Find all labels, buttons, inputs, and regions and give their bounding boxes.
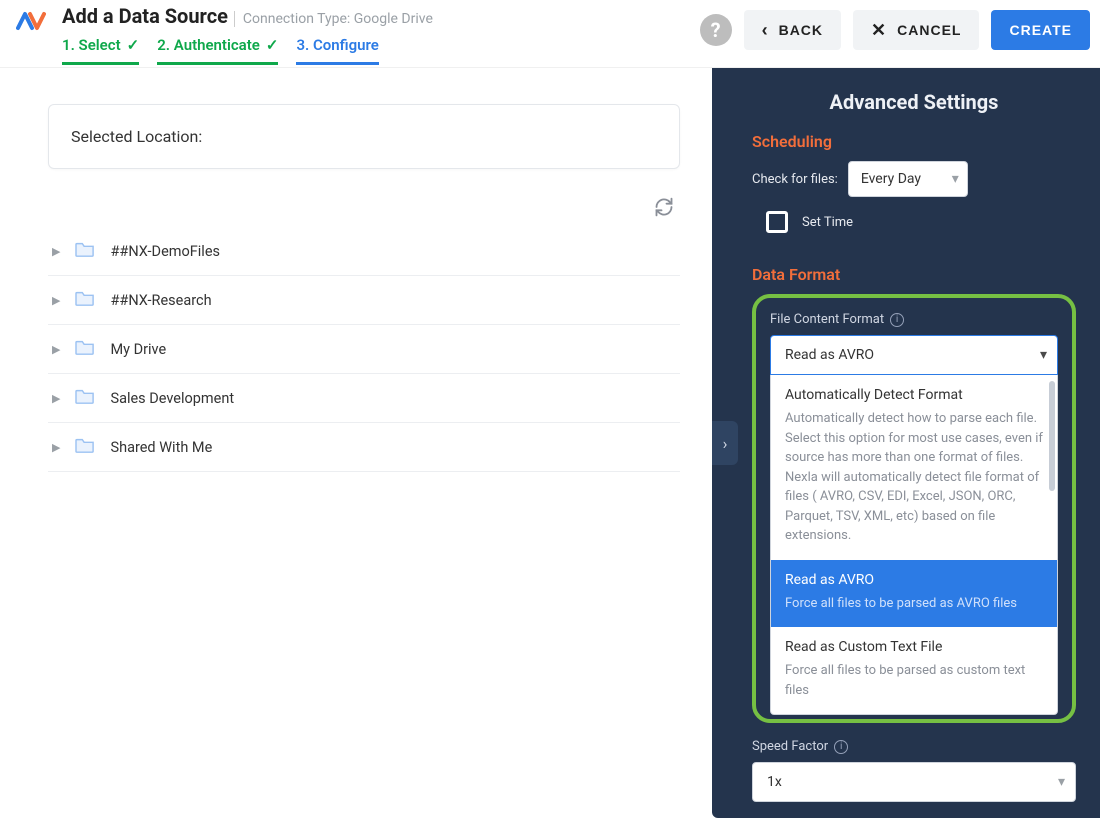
folder-name: My Drive: [110, 341, 166, 358]
button-label: CREATE: [1009, 22, 1072, 38]
option-desc: Force all files to be parsed as AVRO fil…: [785, 594, 1043, 614]
folder-row[interactable]: ▶ Sales Development: [48, 374, 680, 423]
check-files-label: Check for files:: [752, 172, 838, 187]
step-label: 3. Configure: [296, 36, 378, 54]
wizard-steps: 1. Select ✓ 2. Authenticate ✓ 3. Configu…: [62, 32, 690, 65]
step-configure[interactable]: 3. Configure: [296, 32, 378, 65]
connection-type: Connection Type: Google Drive: [234, 11, 433, 27]
highlight-box: File Content Format i Read as AVRO ▾ Aut…: [752, 294, 1076, 723]
set-time-checkbox[interactable]: [766, 211, 788, 233]
expand-icon[interactable]: ▶: [52, 294, 60, 307]
scrollbar[interactable]: [1049, 381, 1055, 491]
file-content-format-dropdown: Automatically Detect Format Automaticall…: [770, 375, 1058, 715]
data-format-section-label: Data Format: [752, 265, 1076, 284]
folder-name: ##NX-DemoFiles: [110, 243, 220, 260]
main-panel: Selected Location: ▶ ##NX-DemoFiles: [0, 68, 712, 818]
format-option-auto[interactable]: Automatically Detect Format Automaticall…: [771, 375, 1057, 560]
info-icon[interactable]: i: [834, 740, 848, 754]
folder-name: Shared With Me: [110, 439, 212, 456]
step-label: 1. Select: [62, 36, 121, 54]
file-content-format-label: File Content Format: [770, 312, 884, 327]
cancel-button[interactable]: ✕ CANCEL: [853, 10, 979, 50]
folder-icon: [74, 338, 96, 360]
check-files-select[interactable]: Every Day ▾: [848, 161, 968, 197]
folder-name: ##NX-Research: [110, 292, 211, 309]
selected-location-card: Selected Location:: [48, 104, 680, 169]
step-label: 2. Authenticate: [157, 36, 260, 54]
page-title: Add a Data Source: [62, 4, 228, 28]
speed-factor-label: Speed Factor: [752, 739, 828, 754]
format-option-edi[interactable]: Read as EDI: [771, 714, 1057, 715]
select-value: Read as AVRO: [785, 347, 874, 363]
step-select[interactable]: 1. Select ✓: [62, 32, 139, 65]
close-icon: ✕: [871, 20, 887, 41]
selected-location-label: Selected Location:: [71, 127, 202, 146]
check-icon: ✓: [266, 36, 279, 54]
chevron-down-icon: ▾: [952, 171, 959, 187]
folder-icon: [74, 387, 96, 409]
folder-list: ▶ ##NX-DemoFiles ▶ ##NX-Research ▶ My Dr…: [48, 197, 680, 472]
expand-icon[interactable]: ▶: [52, 441, 60, 454]
folder-name: Sales Development: [110, 390, 234, 407]
step-authenticate[interactable]: 2. Authenticate ✓: [157, 32, 278, 65]
folder-icon: [74, 436, 96, 458]
chevron-left-icon: ‹: [762, 20, 769, 41]
top-bar: Add a Data Source Connection Type: Googl…: [0, 0, 1100, 65]
option-desc: Force all files to be parsed as custom t…: [785, 661, 1043, 700]
expand-icon[interactable]: ▶: [52, 245, 60, 258]
check-icon: ✓: [127, 36, 140, 54]
file-content-format-select[interactable]: Read as AVRO ▾: [770, 335, 1058, 375]
select-value: Every Day: [861, 171, 921, 187]
help-button[interactable]: ?: [700, 14, 732, 46]
format-option-avro[interactable]: Read as AVRO Force all files to be parse…: [771, 560, 1057, 628]
back-button[interactable]: ‹ BACK: [744, 10, 841, 50]
folder-icon: [74, 289, 96, 311]
set-time-label: Set Time: [802, 215, 853, 230]
option-title: Automatically Detect Format: [785, 387, 1043, 403]
folder-icon: [74, 240, 96, 262]
app-logo: [10, 4, 52, 34]
format-option-custom-text[interactable]: Read as Custom Text File Force all files…: [771, 627, 1057, 714]
button-label: CANCEL: [897, 22, 961, 38]
refresh-button[interactable]: [654, 197, 674, 221]
speed-factor-select[interactable]: 1x ▾: [752, 762, 1076, 802]
info-icon[interactable]: i: [890, 313, 904, 327]
expand-icon[interactable]: ▶: [52, 343, 60, 356]
chevron-down-icon: ▾: [1040, 347, 1047, 363]
expand-icon[interactable]: ▶: [52, 392, 60, 405]
folder-row[interactable]: ▶ ##NX-Research: [48, 276, 680, 325]
option-title: Read as Custom Text File: [785, 639, 1043, 655]
button-label: BACK: [779, 22, 823, 38]
option-desc: Automatically detect how to parse each f…: [785, 409, 1043, 546]
create-button[interactable]: CREATE: [991, 10, 1090, 50]
chevron-down-icon: ▾: [1058, 774, 1065, 790]
sidebar-title: Advanced Settings: [752, 90, 1076, 114]
option-title: Read as AVRO: [785, 572, 1043, 588]
folder-row[interactable]: ▶ Shared With Me: [48, 423, 680, 472]
folder-row[interactable]: ▶ My Drive: [48, 325, 680, 374]
folder-row[interactable]: ▶ ##NX-DemoFiles: [48, 227, 680, 276]
collapse-sidebar-button[interactable]: ›: [712, 421, 738, 465]
scheduling-section-label: Scheduling: [752, 132, 1076, 151]
select-value: 1x: [767, 774, 782, 790]
advanced-settings-panel: › Advanced Settings Scheduling Check for…: [712, 68, 1100, 818]
